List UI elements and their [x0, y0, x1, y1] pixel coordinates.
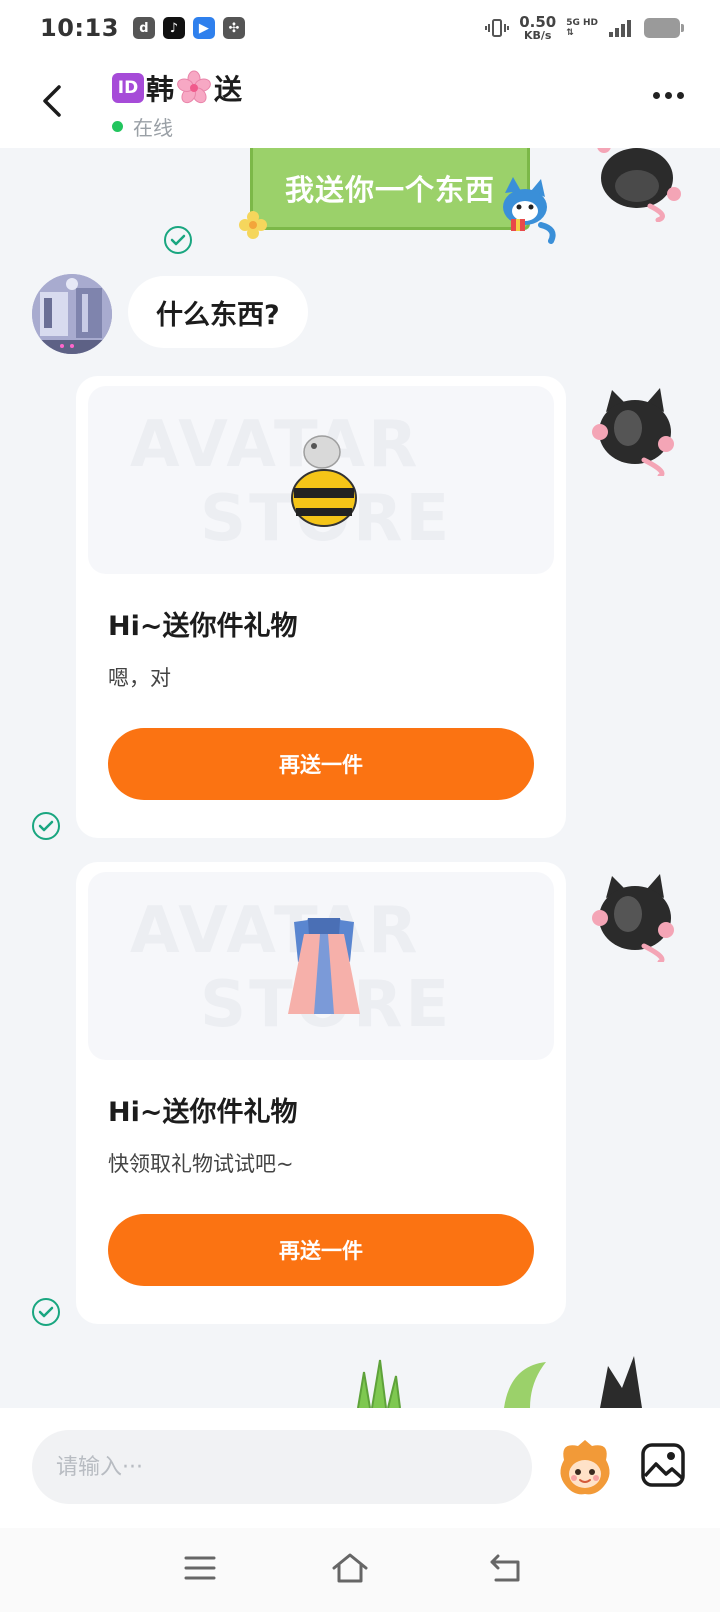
status-bar: 10:13 d ♪ ▶ ✣ 0.50 KB/s 5G HD ⇅ — [0, 0, 720, 56]
sticker-message[interactable]: 我送你一个东西 — [239, 148, 556, 244]
online-text: 在线 — [133, 116, 173, 140]
system-nav-bar — [0, 1528, 720, 1612]
home-icon[interactable] — [330, 1550, 370, 1586]
chat-name-part1: 韩 — [146, 73, 175, 106]
tiktok-icon: ♪ — [162, 17, 185, 39]
chat-area[interactable]: 我送你一个东西 什么东西? AVATAR Hi~送你件礼物 嗯，对 再送一件 A… — [0, 148, 720, 1408]
gift-card-title: Hi~送你件礼物 — [108, 611, 298, 642]
input-bar — [0, 1408, 720, 1528]
chat-header: ID 韩 送 在线 — [0, 56, 720, 148]
app-play-icon: ▶ — [192, 17, 215, 39]
menu-icon[interactable] — [180, 1550, 220, 1586]
net-type-label: 5G HD — [566, 18, 598, 28]
back-button[interactable] — [32, 78, 72, 124]
image-icon[interactable] — [640, 1442, 686, 1488]
check-icon — [164, 226, 192, 254]
check-icon — [32, 812, 60, 840]
id-badge-icon: ID — [112, 73, 144, 103]
net-arrows: ⇅ — [566, 28, 574, 38]
cat-avatar-icon[interactable] — [590, 148, 684, 222]
message-input[interactable] — [32, 1430, 532, 1504]
leaf-sticker-icon — [504, 1362, 546, 1408]
back-nav-icon[interactable] — [486, 1550, 526, 1586]
online-status: 在线 — [112, 112, 242, 141]
chat-title: ID 韩 送 — [112, 68, 242, 108]
send-another-button[interactable]: 再送一件 — [108, 1214, 534, 1286]
gift-card-description: 快领取礼物试试吧~ — [108, 1152, 294, 1176]
sticker-text: 我送你一个东西 — [284, 172, 495, 207]
gift-banner: AVATAR STORE — [88, 386, 554, 574]
chat-title-wrap: ID 韩 送 在线 — [112, 68, 242, 141]
net-speed-value: 0.50 — [519, 13, 557, 31]
net-speed: 0.50 KB/s — [519, 13, 557, 42]
online-dot — [112, 121, 123, 132]
app-d-icon: d — [132, 17, 155, 39]
contact-avatar-image — [32, 274, 112, 354]
status-right: 0.50 KB/s 5G HD ⇅ — [485, 13, 684, 42]
gift-card[interactable]: AVATAR STORE Hi~送你件礼物 嗯，对 再送一件 — [76, 376, 566, 838]
net-speed-unit: KB/s — [523, 29, 552, 42]
contact-avatar[interactable] — [32, 274, 112, 354]
sakura-icon — [177, 70, 211, 104]
watermark-text-1: AVATAR — [130, 408, 421, 482]
status-app-icons: d ♪ ▶ ✣ — [132, 17, 245, 39]
gift-card[interactable]: AVATAR STORE Hi~送你件礼物 快领取礼物试试吧~ 再送一件 — [76, 862, 566, 1324]
watermark-text-1: AVATAR — [130, 894, 421, 968]
received-message-bubble[interactable]: 什么东西? — [128, 276, 308, 348]
gift-card-description: 嗯，对 — [108, 666, 171, 690]
more-dots-icon[interactable] — [653, 92, 684, 99]
cat-avatar-icon[interactable] — [588, 868, 682, 962]
app-grid-icon: ✣ — [222, 17, 245, 39]
grass-sticker-icon — [357, 1359, 401, 1408]
battery-icon — [644, 18, 684, 38]
send-another-button[interactable]: 再送一件 — [108, 728, 534, 800]
status-time: 10:13 — [40, 14, 119, 42]
gift-card-title: Hi~送你件礼物 — [108, 1097, 298, 1128]
dress-gift-item-icon — [288, 918, 360, 1014]
cat-ear-sticker-icon — [600, 1356, 642, 1408]
signal-icon — [609, 20, 631, 37]
vibrate-icon — [485, 19, 510, 37]
avatar-face-icon[interactable] — [556, 1438, 614, 1496]
flower-icon — [239, 211, 267, 239]
net-type: 5G HD ⇅ — [566, 18, 598, 38]
bee-gift-item-icon — [291, 435, 357, 527]
blue-cat-sticker-icon — [503, 177, 556, 244]
chat-name-part2: 送 — [214, 73, 243, 106]
cat-avatar-icon[interactable] — [588, 382, 682, 476]
back-arrow-icon — [43, 85, 61, 117]
gift-banner: AVATAR STORE — [88, 872, 554, 1060]
check-icon — [32, 1298, 60, 1326]
